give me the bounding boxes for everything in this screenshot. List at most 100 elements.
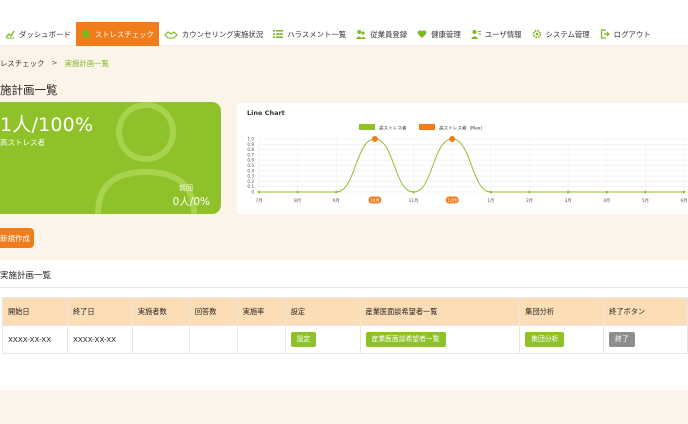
settings-button[interactable]: 設定 (290, 332, 317, 347)
x-tick-label: 1月 (487, 198, 494, 204)
data-point (334, 190, 338, 194)
column-header: 開始日 (2, 297, 68, 326)
nav-item-label: ハラスメント一覧 (287, 29, 347, 39)
nav-item-counseling[interactable]: カウンセリング実施状況 (159, 22, 268, 46)
table-row: XXXX-XX-XX XXXX-XX-XX 設定 産業医面談希望者一覧 集団分析… (2, 325, 688, 354)
participants-cell (131, 325, 190, 354)
list-icon (273, 29, 284, 39)
nav-item-harassment[interactable]: ハラスメント一覧 (268, 22, 351, 46)
nav-item-logout[interactable]: ログアウト (595, 22, 656, 46)
column-header: 設定 (284, 297, 361, 326)
column-header: 回答数 (188, 297, 238, 326)
nav-item-label: ユーザ情報 (484, 29, 522, 39)
end-button-cell: 終了 (603, 325, 688, 354)
group-analysis-button[interactable]: 集団分析 (525, 332, 565, 347)
plan-table: 開始日 終了日 実施者数 回答数 実施率 設定 産業医面談希望者一覧 集団分析 … (2, 297, 688, 354)
previous-value: 0人/0% (172, 196, 210, 208)
users-icon (356, 29, 367, 39)
max-data-point (449, 136, 456, 142)
y-tick-label: 0.6 (247, 158, 254, 163)
legend-label: 高ストレス者（Max） (439, 125, 485, 132)
breadcrumb-separator: > (51, 58, 58, 67)
data-point (566, 190, 570, 194)
gear-icon (532, 29, 542, 39)
x-tick-label: 12月 (447, 198, 457, 204)
nav-item-health[interactable]: 健康管理 (412, 22, 466, 46)
answers-cell (188, 325, 238, 354)
data-point (528, 190, 531, 194)
x-tick-label: 6月 (680, 198, 687, 204)
breadcrumb-parent[interactable]: レスチェック (0, 58, 44, 69)
rate-cell (236, 325, 286, 354)
high-stress-count: 1人/100% (0, 114, 94, 136)
settings-cell: 設定 (284, 325, 361, 354)
nav-item-label: カウンセリング実施状況 (181, 29, 264, 39)
heart-icon (417, 29, 427, 39)
nav-item-label: ストレスチェック (94, 29, 154, 39)
y-tick-label: 0 (251, 190, 254, 195)
end-button[interactable]: 終了 (609, 332, 635, 347)
high-stress-label: 高ストレス者 (0, 138, 45, 147)
y-tick-label: 1.0 (247, 137, 254, 142)
x-tick-label: 5月 (642, 198, 649, 204)
nav-item-employee-register[interactable]: 従業員登録 (351, 22, 412, 46)
user-info-icon (470, 29, 481, 39)
y-tick-label: 0.8 (247, 147, 254, 152)
handshake-icon (164, 29, 178, 39)
y-tick-label: 0.3 (247, 174, 254, 179)
x-tick-label: 7月 (255, 198, 262, 204)
y-tick-label: 0.1 (247, 184, 254, 189)
column-header: 実施者数 (131, 297, 190, 326)
top-navbar: ダッシュボード ストレスチェック カウンセリング実施状況 ハラスメント一覧 従業… (0, 0, 688, 46)
data-point (644, 190, 647, 194)
end-date-cell: XXXX-XX-XX (66, 325, 133, 354)
x-tick-label: 4月 (603, 198, 610, 204)
y-tick-label: 0.7 (247, 152, 254, 157)
x-tick-label: 8月 (294, 198, 301, 204)
nav-item-dashboard[interactable]: ダッシュボード (0, 22, 76, 46)
nav-item-label: ダッシュボード (19, 29, 71, 39)
nav-item-system[interactable]: システム管理 (527, 22, 595, 46)
high-stress-card: 1人/100% 高ストレス者 前回 0人/0% (0, 102, 221, 214)
data-point (412, 190, 415, 194)
data-point (257, 190, 261, 194)
column-header: 終了ボタン (603, 297, 688, 326)
new-plan-button[interactable]: 新規作成 (0, 228, 34, 248)
x-tick-label: 2月 (526, 198, 533, 204)
doctor-list-cell: 産業医面談希望者一覧 (359, 325, 521, 354)
data-point (605, 190, 609, 194)
data-point (296, 190, 299, 194)
nav-item-label: ログアウト (613, 29, 651, 39)
start-date-cell: XXXX-XX-XX (2, 325, 68, 354)
y-tick-label: 0.5 (247, 163, 254, 168)
data-point (489, 190, 493, 194)
x-tick-label: 11月 (409, 198, 419, 204)
column-header: 終了日 (66, 297, 133, 326)
legend-swatch (359, 124, 375, 130)
nav-item-user-info[interactable]: ユーザ情報 (466, 22, 527, 46)
table-header-row: 開始日 終了日 実施者数 回答数 実施率 設定 産業医面談希望者一覧 集団分析 … (2, 297, 688, 326)
divider (0, 287, 688, 288)
y-tick-label: 0.9 (247, 142, 254, 147)
list-title: 実施計画一覧 (0, 271, 52, 281)
doctor-interview-list-button[interactable]: 産業医面談希望者一覧 (365, 332, 446, 347)
line-chart-card: Line Chart 高ストレス者 高ストレス者（Max） 1.0 0.9 0.8 0.7… (237, 103, 688, 214)
line-chart: 高ストレス者 高ストレス者（Max）1.00.90.80.70.60.50.40.… (247, 124, 688, 204)
y-tick-label: 0.4 (247, 168, 254, 173)
column-header: 実施率 (236, 297, 286, 326)
main-nav: ダッシュボード ストレスチェック カウンセリング実施状況 ハラスメント一覧 従業… (0, 22, 656, 46)
leaf-icon (81, 29, 91, 39)
nav-item-label: システム管理 (545, 29, 590, 39)
page-title: 施計画一覧 (0, 83, 58, 97)
group-analysis-cell: 集団分析 (519, 325, 605, 354)
max-data-point (371, 136, 378, 142)
nav-item-label: 従業員登録 (370, 29, 408, 39)
column-header: 産業医面談希望者一覧 (359, 297, 521, 326)
legend-swatch (419, 124, 435, 130)
logout-icon (600, 29, 610, 39)
breadcrumb-current: 実施計画一覧 (64, 59, 109, 68)
nav-item-stress-check[interactable]: ストレスチェック (75, 22, 159, 46)
column-header: 集団分析 (519, 297, 605, 326)
breadcrumb: レスチェック > 実施計画一覧 (0, 58, 109, 69)
chart-icon (5, 29, 15, 39)
